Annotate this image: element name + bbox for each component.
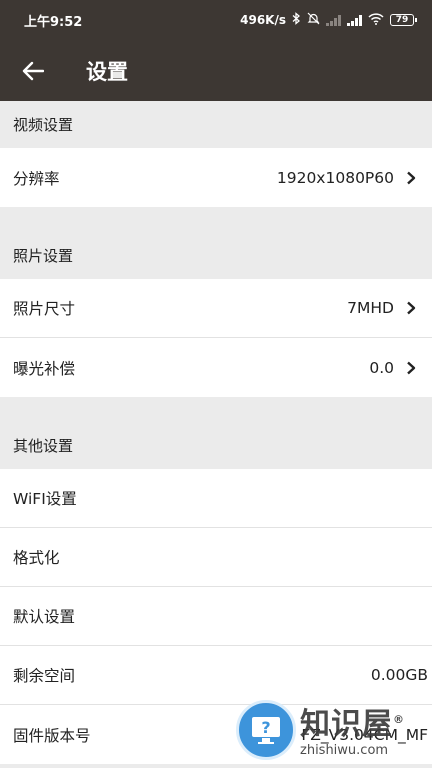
- default-settings-label: 默认设置: [13, 608, 76, 626]
- storage-label: 剩余空间: [13, 667, 76, 685]
- format-row[interactable]: 格式化: [0, 528, 432, 587]
- resolution-row[interactable]: 分辨率 1920x1080P60: [0, 148, 432, 207]
- bluetooth-icon: [292, 12, 301, 28]
- svg-text:?: ?: [261, 718, 270, 737]
- storage-row: 剩余空间 0.00GB: [0, 646, 432, 705]
- exposure-value: 0.0: [369, 358, 394, 377]
- status-bar: 上午9:52 496K/s 79: [0, 0, 432, 40]
- resolution-label: 分辨率: [13, 169, 60, 188]
- exposure-row[interactable]: 曝光补偿 0.0: [0, 338, 432, 397]
- wifi-icon: [368, 12, 384, 28]
- video-settings-list: 分辨率 1920x1080P60: [0, 148, 432, 207]
- photo-size-label: 照片尺寸: [13, 300, 76, 318]
- wifi-settings-label: WiFI设置: [13, 490, 77, 508]
- photo-size-row[interactable]: 照片尺寸 7MHD: [0, 279, 432, 338]
- watermark-reg-mark: ®: [393, 712, 405, 726]
- back-button[interactable]: [0, 40, 68, 101]
- wifi-settings-row[interactable]: WiFI设置: [0, 469, 432, 528]
- section-divider: [0, 397, 432, 422]
- battery-level: 79: [395, 15, 409, 25]
- section-header-other: 其他设置: [0, 422, 432, 469]
- mute-bell-icon: [307, 12, 320, 28]
- signal-sim1-icon: [326, 14, 341, 26]
- watermark: ? 知识屋® zhishiwu.com: [236, 700, 405, 760]
- battery-icon: 79: [390, 14, 417, 26]
- watermark-text-en: zhishiwu.com: [300, 742, 389, 758]
- section-header-photo: 照片设置: [0, 232, 432, 279]
- exposure-label: 曝光补偿: [13, 359, 76, 378]
- section-header-video: 视频设置: [0, 101, 432, 148]
- back-arrow-icon: [22, 61, 44, 80]
- chevron-right-icon: [407, 171, 416, 184]
- title-bar: 设置: [0, 40, 432, 101]
- resolution-value: 1920x1080P60: [276, 168, 394, 187]
- default-settings-row[interactable]: 默认设置: [0, 587, 432, 646]
- chevron-right-icon: [407, 361, 416, 374]
- net-speed: 496K/s: [240, 13, 286, 27]
- section-divider: [0, 207, 432, 232]
- photo-size-value: 7MHD: [347, 299, 394, 317]
- signal-sim2-icon: [347, 14, 362, 26]
- app-bar: 上午9:52 496K/s 79 设置: [0, 0, 432, 101]
- photo-settings-list: 照片尺寸 7MHD 曝光补偿 0.0: [0, 279, 432, 397]
- storage-value: 0.00GB: [370, 666, 428, 684]
- format-label: 格式化: [13, 549, 60, 567]
- status-time: 上午9:52: [24, 14, 83, 30]
- status-icons: 496K/s 79: [240, 12, 417, 28]
- chevron-right-icon: [407, 301, 416, 315]
- watermark-text-cn: 知识屋: [300, 706, 393, 742]
- firmware-label: 固件版本号: [13, 726, 91, 745]
- watermark-logo-icon: ?: [236, 700, 296, 760]
- page-title: 设置: [86, 59, 128, 84]
